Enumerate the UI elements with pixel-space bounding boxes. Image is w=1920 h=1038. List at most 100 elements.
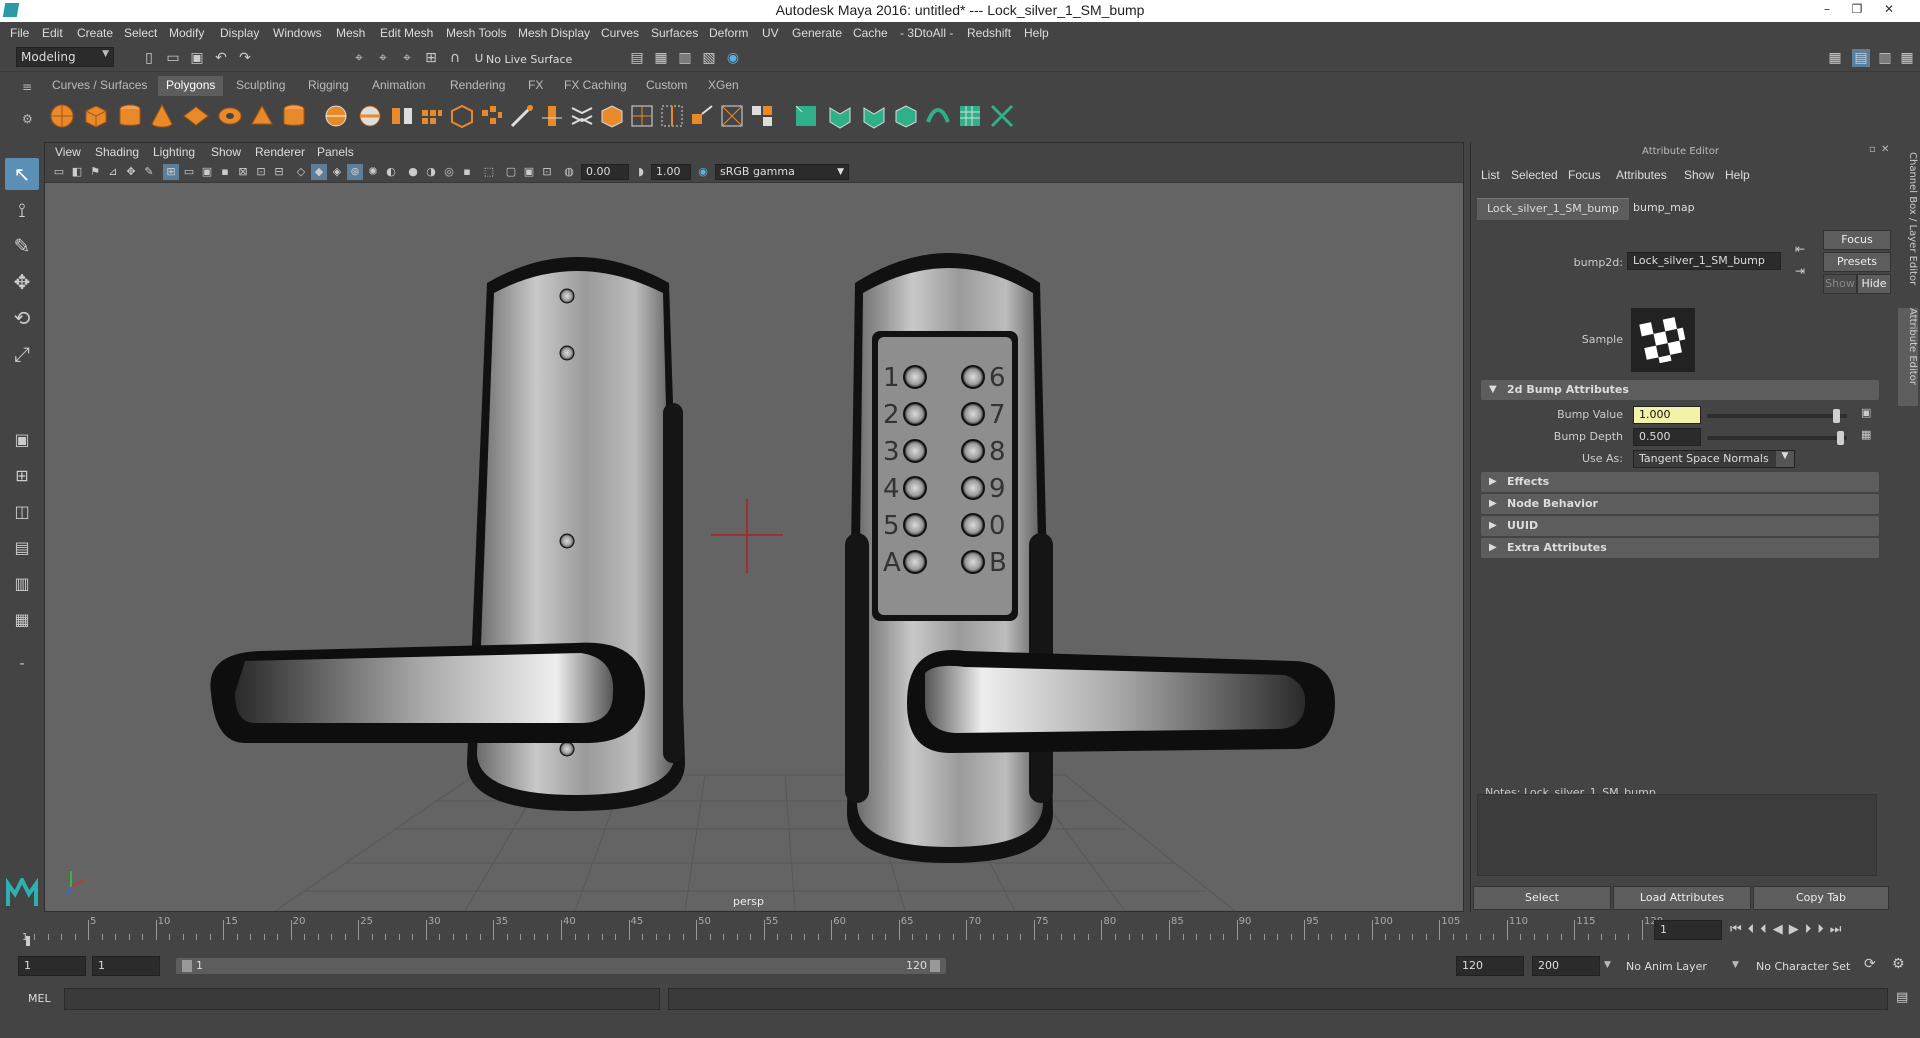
render-view-icon[interactable]: ▤: [628, 49, 646, 67]
film-gate-icon[interactable]: ▭: [181, 164, 197, 180]
menu-surfaces[interactable]: Surfaces: [651, 26, 698, 40]
bevel-icon[interactable]: [598, 102, 626, 130]
uv-planar-icon[interactable]: [792, 102, 820, 130]
boolean-icon[interactable]: [478, 102, 506, 130]
range-start-handle[interactable]: [182, 960, 192, 972]
camera-select-icon[interactable]: ▭: [51, 164, 67, 180]
ae-menu-attributes[interactable]: Attributes: [1616, 168, 1667, 182]
playback-start-field[interactable]: 1: [92, 956, 160, 976]
output-connection-icon[interactable]: ⇥: [1795, 264, 1805, 278]
two-pane-layout-icon[interactable]: ◫: [5, 496, 39, 528]
lock-model-right[interactable]: 1 2 3 4 5 A 6 7 8 9 0 B: [845, 253, 1335, 863]
vp-menu-renderer[interactable]: Renderer: [255, 145, 305, 159]
poly-cube-icon[interactable]: [82, 102, 110, 130]
float-panel-icon[interactable]: ▫: [1869, 144, 1876, 155]
time-ruler[interactable]: 5 10 15 20 25 30 35 40 45 50 55 60 65 70 75 80 85 90 95 100…: [30, 914, 1663, 948]
menu-redshift[interactable]: Redshift: [967, 26, 1011, 40]
select-object-icon[interactable]: ⌖: [374, 49, 392, 67]
channel-box-icon[interactable]: ▦: [1898, 49, 1916, 67]
menu-uv[interactable]: UV: [762, 26, 779, 40]
menu-cache[interactable]: Cache: [853, 26, 888, 40]
viewport-persp[interactable]: View Shading Lighting Show Renderer Pane…: [44, 142, 1464, 912]
open-scene-icon[interactable]: ▭: [164, 49, 182, 67]
vp-menu-shading[interactable]: Shading: [95, 145, 139, 159]
step-back-key-icon[interactable]: ⏴: [1748, 922, 1761, 937]
safe-title-icon[interactable]: ⊟: [271, 164, 287, 180]
exposure-icon[interactable]: ◍: [561, 164, 577, 180]
ae-tab-bump-node[interactable]: Lock_silver_1_SM_bump: [1477, 198, 1629, 220]
default-material-icon[interactable]: ◈: [329, 164, 345, 180]
select-tool-icon[interactable]: ↖: [5, 158, 39, 190]
bridge-icon[interactable]: [568, 102, 596, 130]
more-layouts-icon[interactable]: -: [5, 648, 39, 680]
restore-button[interactable]: ❐: [1846, 2, 1868, 18]
scene-view[interactable]: 1 2 3 4 5 A 6 7 8 9 0 B: [45, 183, 1463, 911]
ambient-occlusion-icon[interactable]: ●: [405, 164, 421, 180]
range-slider[interactable]: 1 120: [176, 958, 946, 974]
menu-curves[interactable]: Curves: [601, 26, 639, 40]
menu-select[interactable]: Select: [124, 26, 157, 40]
end-time-field[interactable]: 200: [1532, 956, 1600, 976]
chevron-down-icon[interactable]: ▼: [1604, 960, 1611, 970]
exposure-field[interactable]: 0.00: [581, 164, 629, 180]
menu-create[interactable]: Create: [77, 26, 113, 40]
poly-torus-icon[interactable]: [216, 102, 244, 130]
playback-controls[interactable]: ⏮⏴⏴◀▶⏵⏵⏭: [1730, 922, 1847, 937]
color-management-icon[interactable]: ◉: [695, 164, 711, 180]
menu-mesh-tools[interactable]: Mesh Tools: [446, 26, 506, 40]
mirror-icon[interactable]: [388, 102, 416, 130]
vp-menu-view[interactable]: View: [55, 145, 81, 159]
hide-button[interactable]: Hide: [1857, 274, 1891, 294]
multi-cut-icon[interactable]: [508, 102, 536, 130]
step-forward-key-icon[interactable]: ⏵: [1817, 922, 1830, 937]
poly-pyramid-icon[interactable]: [248, 102, 276, 130]
use-as-dropdown[interactable]: Tangent Space Normals ▼: [1633, 450, 1795, 468]
auto-key-icon[interactable]: ⟳: [1864, 956, 1876, 972]
shelf-tab-xgen[interactable]: XGen: [700, 76, 747, 96]
uv-editor-icon[interactable]: [956, 102, 984, 130]
bump-value-field[interactable]: 1.000: [1633, 406, 1701, 424]
view-transform-dropdown[interactable]: sRGB gamma ▼: [715, 164, 849, 180]
menu-edit[interactable]: Edit: [42, 26, 63, 40]
insert-edge-loop-icon[interactable]: [658, 102, 686, 130]
snap-curve-icon[interactable]: ∩: [446, 49, 464, 67]
shelf-tab-fx-caching[interactable]: FX Caching: [556, 76, 635, 96]
chevron-down-icon[interactable]: ▼: [1732, 960, 1739, 970]
section-effects[interactable]: ▶ Effects: [1481, 472, 1879, 492]
hypershade-icon[interactable]: ◉: [724, 49, 742, 67]
outliner-layout-icon[interactable]: ▤: [5, 532, 39, 564]
menu-3dtoall[interactable]: - 3DtoAll -: [900, 26, 953, 40]
smooth-icon[interactable]: [418, 102, 446, 130]
render-current-icon[interactable]: ▦: [652, 49, 670, 67]
move-tool-icon[interactable]: ✥: [5, 266, 39, 298]
shelf-tab-animation[interactable]: Animation: [364, 76, 433, 96]
select-hierarchy-icon[interactable]: ⌖: [350, 49, 368, 67]
slider-thumb[interactable]: [1833, 409, 1840, 423]
character-set-dropdown[interactable]: No Character Set: [1756, 960, 1850, 973]
workspace-icon[interactable]: ▦: [1826, 49, 1844, 67]
mode-dropdown[interactable]: Modeling ▼: [16, 47, 114, 67]
ae-menu-show[interactable]: Show: [1684, 168, 1714, 182]
minimize-button[interactable]: –: [1816, 2, 1838, 18]
playback-end-field[interactable]: 120: [1456, 956, 1524, 976]
use-all-lights-icon[interactable]: ✺: [365, 164, 381, 180]
node-name-field[interactable]: Lock_silver_1_SM_bump: [1627, 252, 1781, 270]
go-to-end-icon[interactable]: ⏭: [1830, 922, 1848, 937]
input-connection-icon[interactable]: ⇤: [1795, 242, 1805, 256]
select-button[interactable]: Select: [1473, 886, 1611, 910]
uv-cylindrical-icon[interactable]: [826, 102, 854, 130]
close-panel-icon[interactable]: ✕: [1881, 144, 1889, 155]
go-to-start-icon[interactable]: ⏮: [1730, 922, 1748, 937]
step-back-frame-icon[interactable]: ⏴: [1760, 922, 1773, 937]
anti-aliasing-icon[interactable]: ◎: [441, 164, 457, 180]
camera-attributes-icon[interactable]: ◧: [69, 164, 85, 180]
show-button[interactable]: Show: [1823, 274, 1857, 294]
menu-help[interactable]: Help: [1024, 26, 1049, 40]
single-pane-layout-icon[interactable]: ▣: [5, 424, 39, 456]
reduce-icon[interactable]: [448, 102, 476, 130]
grease-pencil-icon[interactable]: ✎: [141, 164, 157, 180]
section-node-behavior[interactable]: ▶ Node Behavior: [1481, 494, 1879, 514]
target-weld-icon[interactable]: [718, 102, 746, 130]
shadows-icon[interactable]: ◐: [383, 164, 399, 180]
time-slider[interactable]: 5 10 15 20 25 30 35 40 45 50 55 60 65 70 75 80 85 90 95 100…: [20, 914, 1920, 948]
